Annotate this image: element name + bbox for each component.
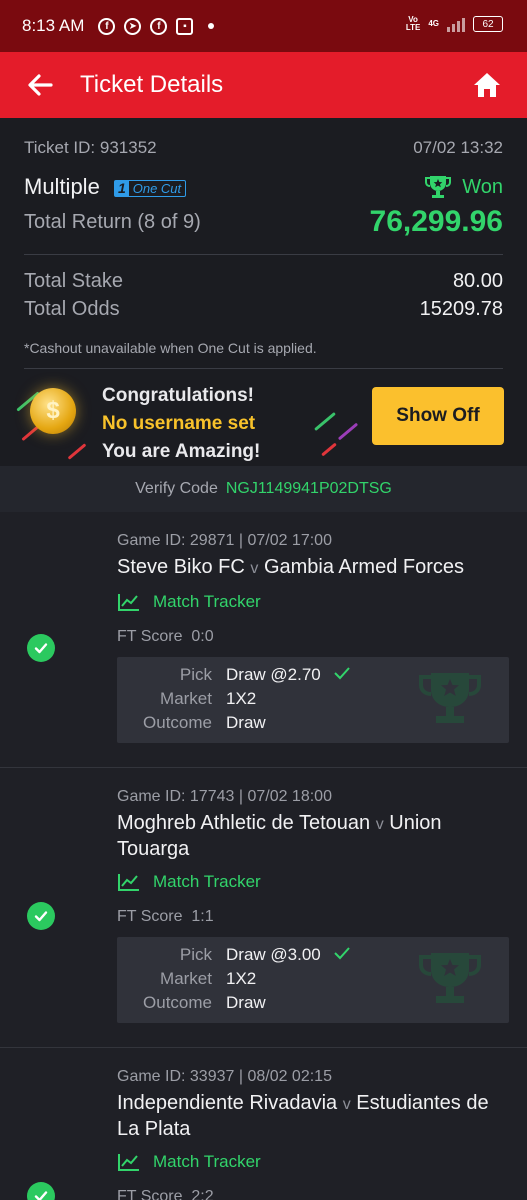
congrats-line-3: You are Amazing! (102, 441, 261, 462)
chart-line-icon (118, 1154, 139, 1171)
won-check-icon (27, 902, 55, 930)
show-off-button[interactable]: Show Off (372, 387, 504, 445)
home-button[interactable] (471, 69, 503, 101)
status-right: Vo LTE 4G 62 (406, 16, 503, 32)
total-return-value: 76,299.96 (369, 205, 503, 238)
coin-icon: $ (30, 388, 76, 434)
home-team: Independiente Rivadavia (117, 1092, 338, 1114)
ft-score: FT Score 0:0 (117, 628, 214, 645)
match-tracker-link[interactable]: Match Tracker (117, 1152, 261, 1172)
ticket-datetime: 07/02 13:32 (413, 138, 503, 157)
facebook-icon: f (150, 17, 168, 35)
congrats-message: Congratulations! No username set You are… (102, 382, 260, 466)
divider (24, 254, 503, 255)
ticket-summary: Ticket ID: 931352 07/02 13:32 Multiple 1… (0, 118, 527, 466)
facebook-icon: f (98, 17, 116, 35)
arrow-left-icon (28, 74, 53, 96)
won-check-icon (27, 634, 55, 662)
game-id: Game ID: 33937 | 08/02 02:15 (117, 1068, 332, 1085)
selections-list: Game ID: 29871 | 07/02 17:00 Steve Biko … (0, 512, 527, 1200)
chart-line-icon (118, 594, 139, 611)
match-tracker-link[interactable]: Match Tracker (117, 592, 261, 612)
match-tracker-label: Match Tracker (153, 1152, 261, 1171)
battery-icon: 62 (473, 16, 503, 32)
status-bar: 8:13 AM f ➤ f ▪ Vo LTE 4G 62 (0, 0, 527, 52)
check-icon (334, 667, 351, 680)
match-teams: Steve Biko FC v Gambia Armed Forces (117, 555, 505, 581)
back-button[interactable] (0, 52, 80, 118)
status-text: Won (462, 175, 503, 198)
confetti-decoration (321, 442, 337, 457)
verify-code-label: Verify Code (135, 480, 218, 497)
home-team: Steve Biko FC (117, 556, 245, 578)
game-id: Game ID: 29871 | 07/02 17:00 (117, 532, 332, 549)
telegram-icon: ➤ (124, 17, 142, 35)
network-type: 4G (428, 19, 439, 28)
volte-icon: Vo LTE (405, 15, 421, 32)
confetti-decoration (21, 425, 39, 442)
won-check-icon (27, 1182, 55, 1200)
total-odds-value: 15209.78 (419, 298, 503, 320)
total-stake-value: 80.00 (452, 270, 503, 292)
confetti-decoration (314, 411, 336, 432)
divider (24, 368, 503, 369)
status-time: 8:13 AM (22, 16, 85, 35)
verify-code-value[interactable]: NGJ1149941P02DTSG (226, 480, 392, 498)
ft-score: FT Score 1:1 (117, 908, 214, 925)
selection-item: Game ID: 17743 | 07/02 18:00 Moghreb Ath… (0, 768, 527, 1048)
chart-line-icon (118, 874, 139, 891)
match-teams: Moghreb Athletic de Tetouan v Union Toua… (117, 811, 505, 861)
match-teams: Independiente Rivadavia v Estudiantes de… (117, 1091, 505, 1141)
game-id: Game ID: 17743 | 07/02 18:00 (117, 788, 332, 805)
bet-type: Multiple (24, 174, 100, 199)
trophy-watermark-icon (419, 673, 481, 723)
check-icon (334, 947, 351, 960)
pick-details: Pick Draw @2.70 Market 1X2 Outcome Draw (117, 657, 509, 743)
vs-label: v (342, 1096, 351, 1113)
congrats-banner: $ Congratulations! No username set You a… (0, 370, 527, 466)
trophy-watermark-icon (419, 953, 481, 1003)
signal-icon (447, 16, 465, 32)
congrats-line-2: No username set (102, 413, 256, 434)
notification-dot-icon (208, 23, 215, 29)
confetti-decoration (337, 422, 359, 441)
match-tracker-label: Match Tracker (153, 592, 261, 611)
contact-icon: ▪ (176, 17, 194, 35)
won-status: Won (424, 174, 503, 200)
match-tracker-label: Match Tracker (153, 872, 261, 891)
away-team: Gambia Armed Forces (263, 556, 465, 578)
one-cut-badge[interactable]: 1 One Cut (113, 179, 187, 197)
app-bar: Ticket Details (0, 52, 527, 118)
vs-label: v (250, 560, 259, 577)
vs-label: v (375, 816, 384, 833)
cashout-note: *Cashout unavailable when One Cut is app… (24, 340, 317, 356)
confetti-decoration (67, 443, 87, 460)
congrats-line-1: Congratulations! (102, 385, 254, 406)
match-tracker-link[interactable]: Match Tracker (117, 872, 261, 892)
selection-item: Game ID: 33937 | 08/02 02:15 Independien… (0, 1048, 527, 1200)
verify-code-row: Verify Code NGJ1149941P02DTSG (0, 466, 527, 512)
trophy-icon (425, 176, 452, 198)
ft-score: FT Score 2:2 (117, 1188, 214, 1200)
home-icon (474, 73, 500, 97)
pick-details: Pick Draw @3.00 Market 1X2 Outcome Draw (117, 937, 509, 1023)
selection-item: Game ID: 29871 | 07/02 17:00 Steve Biko … (0, 512, 527, 768)
page-title: Ticket Details (80, 71, 224, 98)
home-team: Moghreb Athletic de Tetouan (117, 812, 371, 834)
